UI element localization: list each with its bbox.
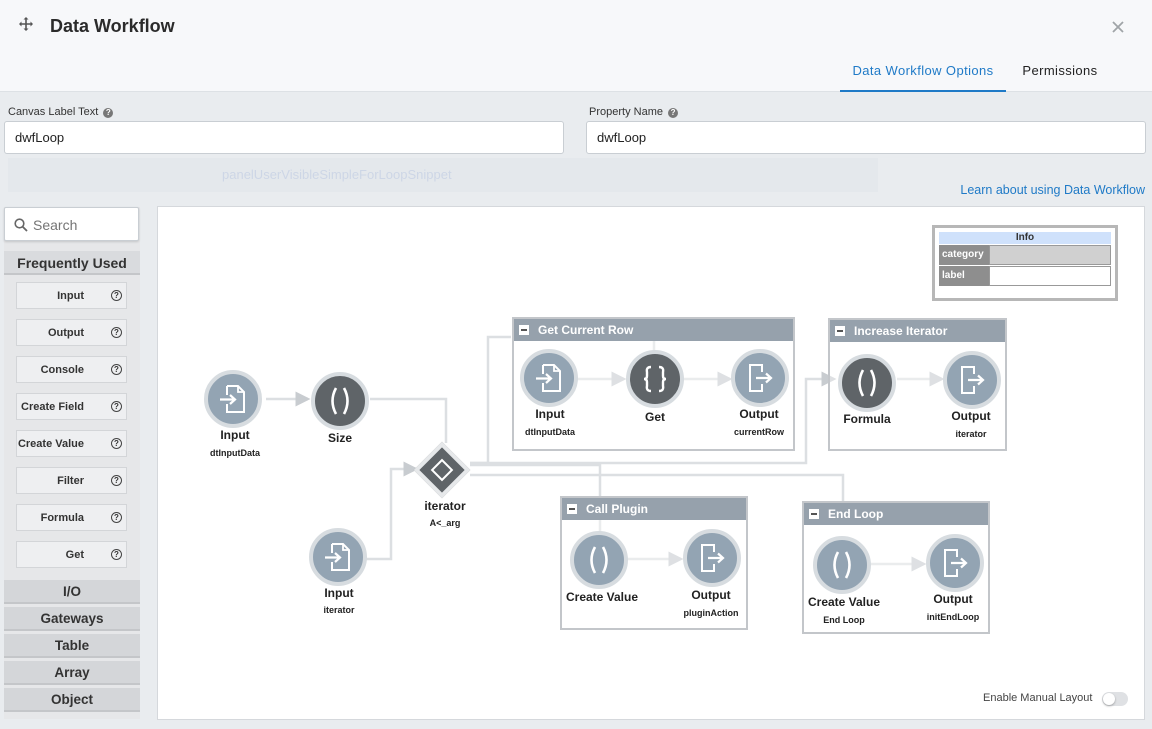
palette-item-create-value[interactable]: Create Value? [16, 430, 127, 457]
node-cp-create-value[interactable] [570, 531, 628, 589]
help-icon[interactable]: ? [111, 512, 122, 523]
formula-icon [590, 546, 608, 574]
search-input[interactable] [33, 215, 133, 235]
help-icon[interactable]: ? [111, 549, 122, 560]
dialog-title: Data Workflow [50, 16, 175, 36]
node-gcr-input[interactable] [520, 349, 578, 407]
palette-item-console[interactable]: Console? [16, 356, 127, 383]
move-icon[interactable] [18, 16, 34, 32]
category-frequently-used[interactable]: Frequently Used [4, 251, 140, 275]
canvas-label-text-label: Canvas Label Text ? [8, 106, 114, 118]
palette-item-formula[interactable]: Formula? [16, 504, 127, 531]
collapse-icon[interactable] [809, 509, 819, 519]
search-box[interactable] [4, 207, 139, 241]
property-name-input[interactable] [586, 121, 1146, 154]
info-value [989, 245, 1111, 265]
node-ii-formula[interactable] [838, 354, 896, 412]
braces-icon [643, 365, 667, 393]
help-icon[interactable]: ? [103, 108, 114, 118]
formula-icon [833, 551, 851, 579]
category-io[interactable]: I/O [4, 580, 140, 604]
palette-item-filter[interactable]: Filter? [16, 467, 127, 494]
input-icon [220, 385, 245, 413]
input-icon [325, 543, 350, 571]
tab-permissions[interactable]: Permissions [1012, 63, 1108, 92]
info-row-label: label [939, 266, 1111, 286]
canvas-label-input[interactable] [4, 121, 564, 154]
output-icon [961, 366, 985, 394]
dialog-header: Data Workflow Data Workflow Options Perm… [0, 0, 1152, 92]
manual-layout-label: Enable Manual Layout [983, 692, 1093, 704]
property-name-label: Property Name ? [589, 106, 679, 118]
category-table[interactable]: Table [4, 634, 140, 658]
collapse-icon[interactable] [835, 326, 845, 336]
node-input-iterator[interactable] [309, 528, 367, 586]
faded-text: panelUserVisibleSimpleForLoopSnippet [222, 167, 452, 182]
node-cp-output[interactable] [683, 529, 741, 587]
help-icon[interactable]: ? [111, 290, 122, 301]
info-value [989, 266, 1111, 286]
formula-icon [331, 387, 349, 415]
output-icon [749, 364, 773, 392]
tab-data-workflow-options[interactable]: Data Workflow Options [840, 63, 1006, 92]
formula-icon [858, 369, 876, 397]
node-gcr-get[interactable] [626, 350, 684, 408]
palette-item-create-field[interactable]: Create Field? [16, 393, 127, 420]
output-icon [944, 549, 968, 577]
node-gcr-output[interactable] [731, 349, 789, 407]
category-gateways[interactable]: Gateways [4, 607, 140, 631]
search-icon [14, 218, 28, 232]
info-title: Info [939, 232, 1111, 244]
node-el-output[interactable] [926, 534, 984, 592]
help-icon[interactable]: ? [111, 438, 122, 449]
learn-link[interactable]: Learn about using Data Workflow [960, 183, 1145, 197]
palette-item-input[interactable]: Input? [16, 282, 127, 309]
help-icon[interactable]: ? [111, 364, 122, 375]
help-icon[interactable]: ? [111, 401, 122, 412]
close-icon[interactable] [1110, 19, 1126, 35]
help-icon[interactable]: ? [111, 327, 122, 338]
palette-item-output[interactable]: Output? [16, 319, 127, 346]
manual-layout-toggle[interactable] [1102, 692, 1128, 706]
toggle-knob [1103, 693, 1115, 705]
collapse-icon[interactable] [567, 504, 577, 514]
input-icon [536, 364, 561, 392]
help-icon[interactable]: ? [668, 108, 679, 118]
node-size[interactable] [311, 372, 369, 430]
collapse-icon[interactable] [519, 325, 529, 335]
node-palette-sidebar: Frequently Used Input? Output? Console? … [4, 207, 140, 719]
category-array[interactable]: Array [4, 661, 140, 685]
info-panel: Info category label [932, 225, 1118, 301]
help-icon[interactable]: ? [111, 475, 122, 486]
node-el-create-value[interactable] [813, 536, 871, 594]
palette-item-get[interactable]: Get? [16, 541, 127, 568]
info-row-category: category [939, 245, 1111, 265]
category-object[interactable]: Object [4, 688, 140, 712]
node-input-dtinputdata[interactable] [204, 370, 262, 428]
node-ii-output[interactable] [943, 351, 1001, 409]
output-icon [701, 544, 725, 572]
workflow-canvas[interactable]: Info category label Get Current Row Incr… [157, 206, 1145, 720]
